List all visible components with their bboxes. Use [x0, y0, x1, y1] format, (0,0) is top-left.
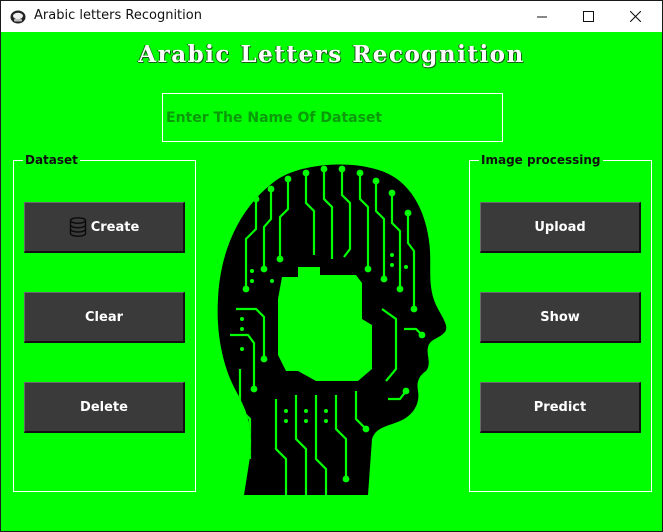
dataset-frame-label: Dataset	[23, 153, 80, 167]
show-button-label: Show	[540, 309, 580, 325]
image-processing-frame-label: Image processing	[479, 153, 603, 167]
close-button[interactable]	[612, 1, 658, 32]
window-title: Arabic letters Recognition	[34, 8, 202, 23]
app-window: Arabic letters Recognition Arabic Letter…	[0, 0, 663, 532]
database-icon	[69, 217, 87, 237]
page-title: Arabic Letters Recognition	[138, 41, 525, 68]
clear-button[interactable]: Clear	[24, 292, 185, 343]
delete-button[interactable]: Delete	[24, 382, 185, 433]
predict-button-label: Predict	[533, 399, 587, 415]
upload-button[interactable]: Upload	[480, 202, 641, 253]
upload-button-label: Upload	[534, 219, 586, 235]
predict-button[interactable]: Predict	[480, 382, 641, 433]
dataset-name-input[interactable]	[162, 93, 503, 142]
maximize-icon	[582, 11, 594, 22]
close-icon	[629, 11, 641, 22]
title-bar[interactable]: Arabic letters Recognition	[1, 1, 662, 32]
maximize-button[interactable]	[565, 1, 611, 32]
create-button[interactable]: Create	[24, 202, 185, 253]
delete-button-label: Delete	[80, 399, 128, 415]
circuit-head-icon	[217, 164, 447, 495]
app-logo-icon	[10, 10, 26, 24]
minimize-icon	[537, 16, 547, 17]
create-button-label: Create	[90, 219, 140, 235]
show-button[interactable]: Show	[480, 292, 641, 343]
clear-button-label: Clear	[85, 309, 123, 325]
minimize-button[interactable]	[519, 1, 565, 32]
